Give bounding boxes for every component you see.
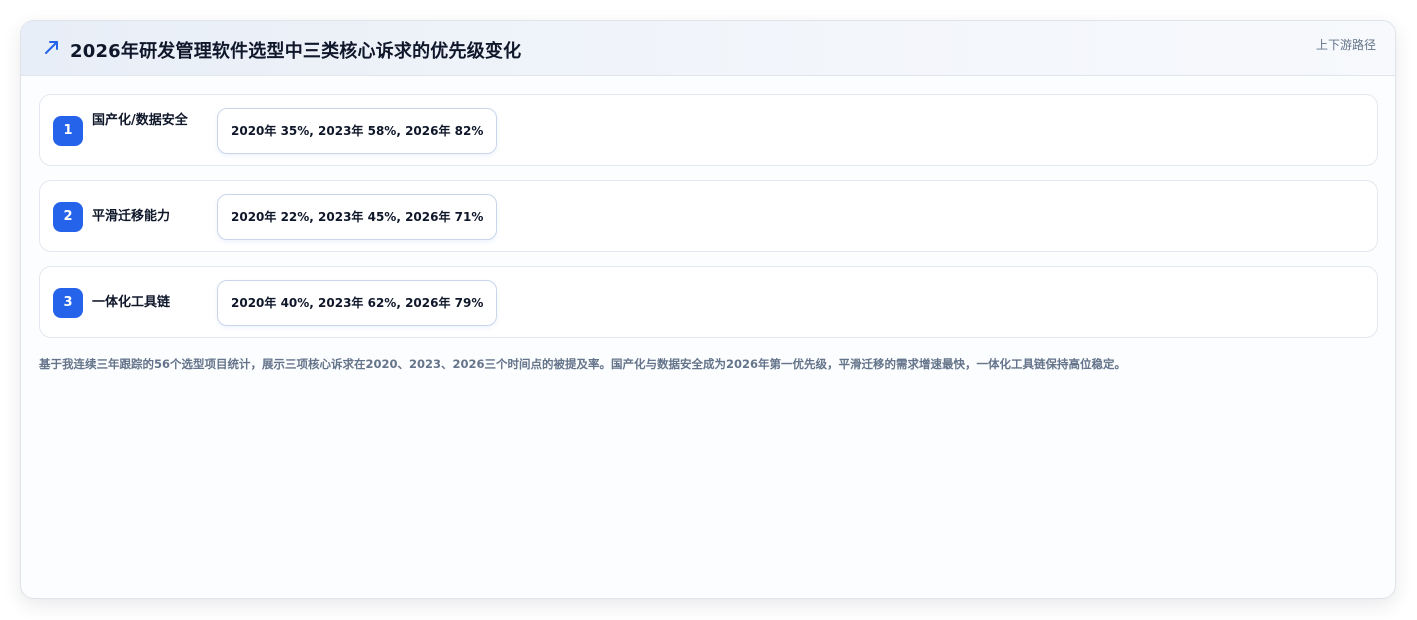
rank-badge: 2 — [53, 202, 83, 232]
priority-item-values: 2020年 35%, 2023年 58%, 2026年 82% — [217, 108, 498, 154]
priority-item-3: 3 一体化工具链 2020年 40%, 2023年 62%, 2026年 79% — [39, 266, 1378, 338]
header-meta-label: 上下游路径 — [1315, 38, 1376, 52]
footnote-text: 基于我连续三年跟踪的56个选型项目统计，展示三项核心诉求在2020、2023、2… — [39, 357, 1127, 371]
priority-item-1: 1 国产化/数据安全 2020年 35%, 2023年 58%, 2026年 8… — [39, 94, 1378, 166]
rank-badge: 3 — [53, 288, 83, 318]
rank-badge: 1 — [53, 116, 83, 146]
priority-item-label: 平滑迁移能力 — [92, 209, 171, 224]
priority-item-values: 2020年 40%, 2023年 62%, 2026年 79% — [217, 280, 498, 326]
priority-item-label: 国产化/数据安全 — [92, 113, 188, 128]
priority-list: 1 国产化/数据安全 2020年 35%, 2023年 58%, 2026年 8… — [39, 94, 1378, 352]
card-header: 2026年研发管理软件选型中三类核心诉求的优先级变化 上下游路径 — [21, 21, 1395, 76]
priority-card: 2026年研发管理软件选型中三类核心诉求的优先级变化 上下游路径 1 国产化/数… — [20, 20, 1396, 599]
priority-item-label: 一体化工具链 — [92, 295, 171, 310]
page-title: 2026年研发管理软件选型中三类核心诉求的优先级变化 — [70, 41, 522, 62]
trend-up-icon — [45, 41, 58, 54]
priority-item-values: 2020年 22%, 2023年 45%, 2026年 71% — [217, 194, 498, 240]
priority-item-2: 2 平滑迁移能力 2020年 22%, 2023年 45%, 2026年 71% — [39, 180, 1378, 252]
